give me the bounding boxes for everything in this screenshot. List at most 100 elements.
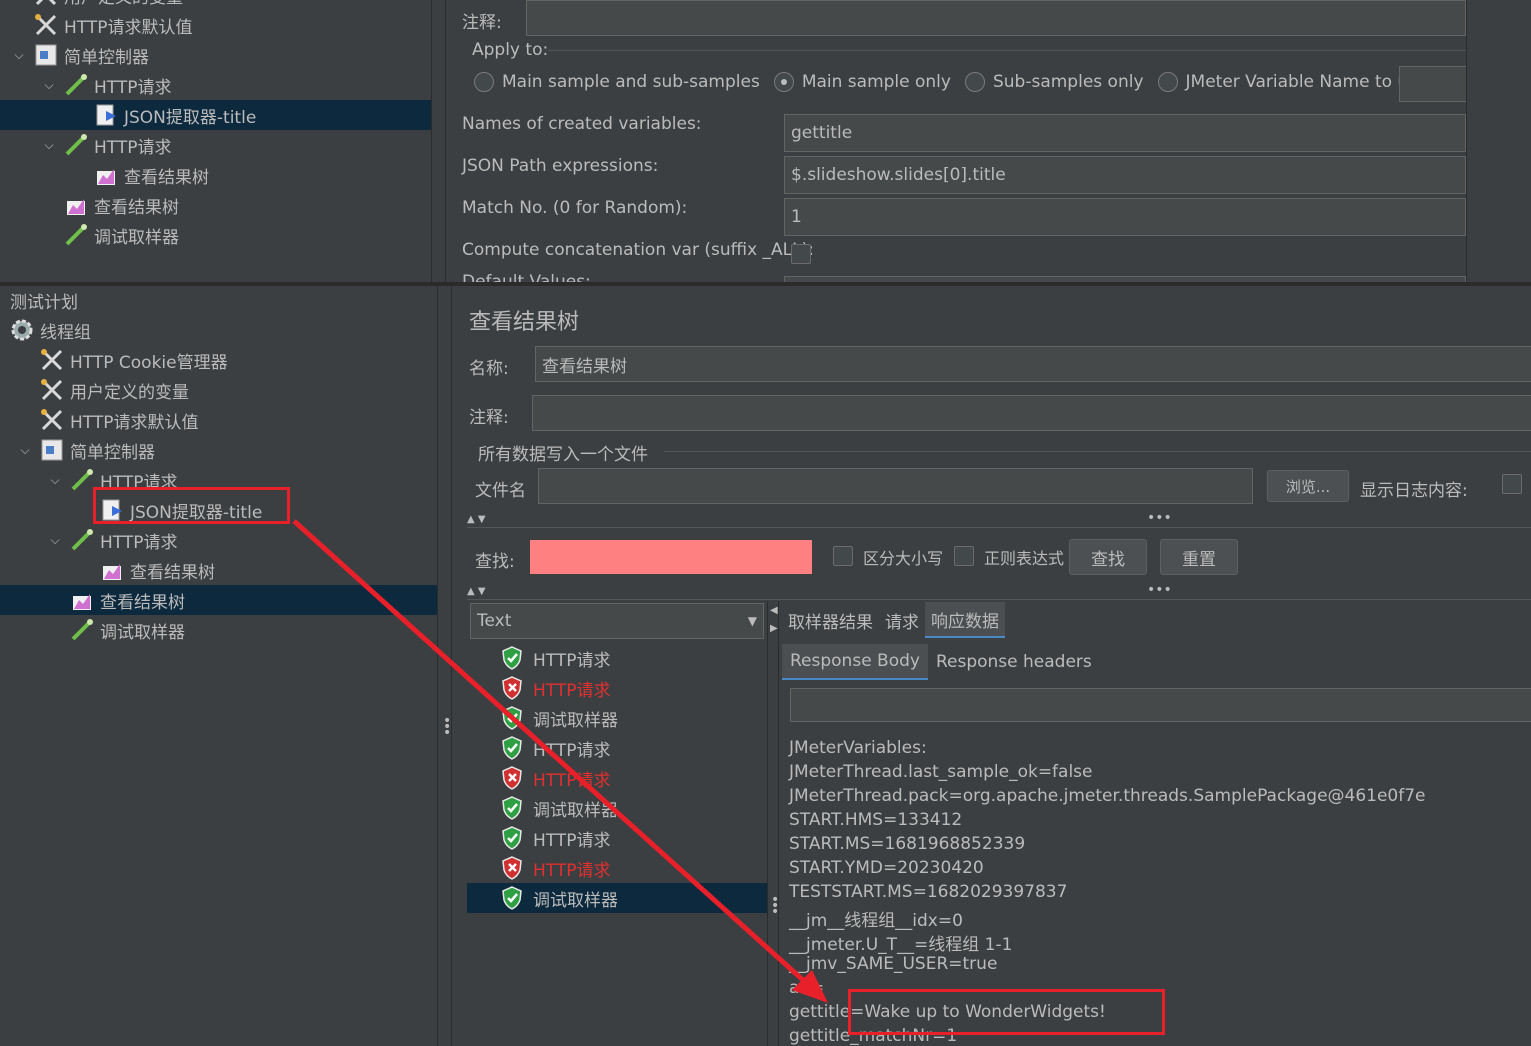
error-shield-icon [502, 676, 522, 700]
annotation-box-result [848, 989, 1165, 1035]
tree-item[interactable]: ⌵ HTTP请求 [0, 70, 431, 100]
apply-to-label: Apply to: [472, 40, 549, 60]
jsonpath-field[interactable]: $.slideshow.slides[0].title [784, 156, 1466, 194]
tree-item[interactable]: 调试取样器 [0, 220, 431, 250]
name-field[interactable]: 查看结果树 [535, 346, 1531, 382]
find-button[interactable]: 查找 [1069, 539, 1147, 575]
extractor-form: 注释: Apply to: Main sample and sub-sample… [446, 0, 1531, 282]
result-sample-row[interactable]: HTTP请求 [467, 853, 767, 883]
tree-item[interactable]: ⌵ HTTP请求 [0, 130, 431, 160]
splitter-handle[interactable]: • • • [438, 286, 452, 1046]
result-sample-row[interactable]: HTTP请求 [467, 823, 767, 853]
success-shield-icon [502, 886, 522, 910]
chevron-down-icon[interactable]: ⌵ [12, 48, 26, 62]
tree-item[interactable]: 线程组 [0, 315, 437, 345]
tree-item-label: 调试取样器 [100, 622, 185, 643]
comment-field[interactable] [526, 0, 1466, 36]
listener-icon [70, 588, 94, 612]
jmeter-variable-field[interactable] [1399, 66, 1469, 102]
result-sample-label: HTTP请求 [533, 830, 611, 851]
match-field[interactable]: 1 [784, 198, 1466, 236]
chevron-down-icon[interactable]: ⌵ [42, 138, 56, 152]
response-line: JMeterThread.pack=org.apache.jmeter.thre… [789, 786, 1426, 806]
tree-item[interactable]: JSON提取器-title [0, 100, 431, 130]
success-shield-icon [502, 826, 522, 850]
tree-item[interactable]: HTTP请求默认值 [0, 10, 431, 40]
result-tab[interactable]: 取样器结果 [782, 602, 879, 638]
radio-button[interactable] [474, 72, 494, 92]
name-label: 名称: [469, 359, 509, 379]
extractor-icon [94, 103, 118, 127]
result-sample-label: HTTP请求 [533, 650, 611, 671]
tree-item[interactable]: 查看结果树 [0, 555, 437, 585]
case-sensitive-checkbox[interactable] [833, 546, 853, 566]
apply-to-radios: Main sample and sub-samples Main sample o… [474, 72, 1428, 92]
results-list-splitter[interactable]: ◀ ▶ • • • [767, 601, 779, 1046]
response-search-field[interactable] [790, 688, 1531, 722]
renderer-select[interactable]: Text ▼ [470, 603, 764, 639]
tree-item-label: 查看结果树 [130, 562, 215, 583]
sampler-icon [64, 223, 88, 247]
apply-to-radio-option[interactable]: Sub-samples only [964, 72, 1144, 92]
apply-to-radio-option[interactable]: JMeter Variable Name to use [1157, 72, 1428, 92]
chevron-down-icon[interactable]: ⌵ [18, 443, 32, 457]
tree-item-label: 线程组 [40, 322, 91, 343]
result-tab[interactable]: 响应数据 [925, 602, 1005, 638]
names-field[interactable]: gettitle [784, 114, 1466, 152]
result-sample-row[interactable]: 调试取样器 [467, 703, 767, 733]
result-tab[interactable]: 请求 [879, 602, 925, 638]
tree-item[interactable]: 查看结果树 [0, 190, 431, 220]
radio-button[interactable] [964, 72, 985, 92]
result-sample-row[interactable]: 调试取样器 [467, 793, 767, 823]
chevron-down-icon[interactable]: ⌵ [48, 473, 62, 487]
chevron-down-icon[interactable]: ⌵ [42, 78, 56, 92]
concat-label: Compute concatenation var (suffix _ALL): [462, 240, 814, 260]
tree-item-label: HTTP Cookie管理器 [70, 352, 228, 373]
apply-to-radio-option[interactable]: Main sample and sub-samples [474, 72, 760, 92]
radio-button[interactable] [1157, 72, 1178, 92]
apply-to-line [548, 50, 1468, 51]
tree-item[interactable]: ⌵ 简单控制器 [0, 40, 431, 70]
chevron-down-icon[interactable]: ⌵ [48, 533, 62, 547]
radio-label: Main sample and sub-samples [502, 72, 760, 92]
collapse-bar-1[interactable]: ▲ ▼ ••• [467, 510, 1531, 528]
tree-item[interactable]: 查看结果树 [0, 585, 437, 615]
browse-button[interactable]: 浏览... [1267, 470, 1349, 502]
name-value: 查看结果树 [542, 356, 627, 377]
regex-checkbox[interactable] [954, 546, 974, 566]
radio-button[interactable] [773, 72, 794, 92]
sampler-icon [70, 618, 94, 642]
tree-item[interactable]: 用户定义的变量 [0, 375, 437, 405]
result-subtab[interactable]: Response Body [782, 644, 928, 680]
tree-item[interactable]: HTTP请求默认值 [0, 405, 437, 435]
tree-item-label: 调试取样器 [94, 227, 179, 248]
reset-button[interactable]: 重置 [1160, 539, 1238, 575]
response-line: __jm__线程组__idx=0 [789, 911, 963, 931]
result-subtab[interactable]: Response headers [928, 644, 1100, 680]
tree-item[interactable]: ⌵ 简单控制器 [0, 435, 437, 465]
file-section-line [664, 451, 1531, 452]
tree-item-label: HTTP请求 [94, 137, 172, 158]
search-field[interactable] [530, 540, 812, 574]
tree-item[interactable]: 调试取样器 [0, 615, 437, 645]
results-comment-field[interactable] [532, 395, 1531, 431]
tree-item[interactable]: ⌵ HTTP请求 [0, 525, 437, 555]
apply-to-radio-option[interactable]: Main sample only [773, 72, 951, 92]
concat-checkbox[interactable] [791, 244, 811, 264]
filename-field[interactable] [538, 468, 1253, 504]
result-sample-row[interactable]: HTTP请求 [467, 643, 767, 673]
wrench-icon [40, 378, 64, 402]
result-sample-row[interactable]: 调试取样器 [467, 883, 767, 913]
result-sample-row[interactable]: HTTP请求 [467, 733, 767, 763]
tree-item-label: JSON提取器-title [124, 107, 257, 128]
result-sample-row[interactable]: HTTP请求 [467, 673, 767, 703]
tree-item[interactable]: 测试计划 [0, 285, 437, 315]
tree-item[interactable]: HTTP Cookie管理器 [0, 345, 437, 375]
result-sample-row[interactable]: HTTP请求 [467, 763, 767, 793]
log-checkbox[interactable] [1502, 474, 1522, 494]
tree-item[interactable]: 用户定义的变量 [0, 0, 431, 10]
tree-item[interactable]: 查看结果树 [0, 160, 431, 190]
collapse-bar-2[interactable]: ▲ ▼ ••• [467, 582, 1531, 600]
bottom-tree: 测试计划线程组 HTTP Cookie管理器 用户定义的变量 HTTP请求默认值 ⌵ 简单… [0, 286, 437, 1046]
top-divider[interactable] [432, 0, 446, 282]
